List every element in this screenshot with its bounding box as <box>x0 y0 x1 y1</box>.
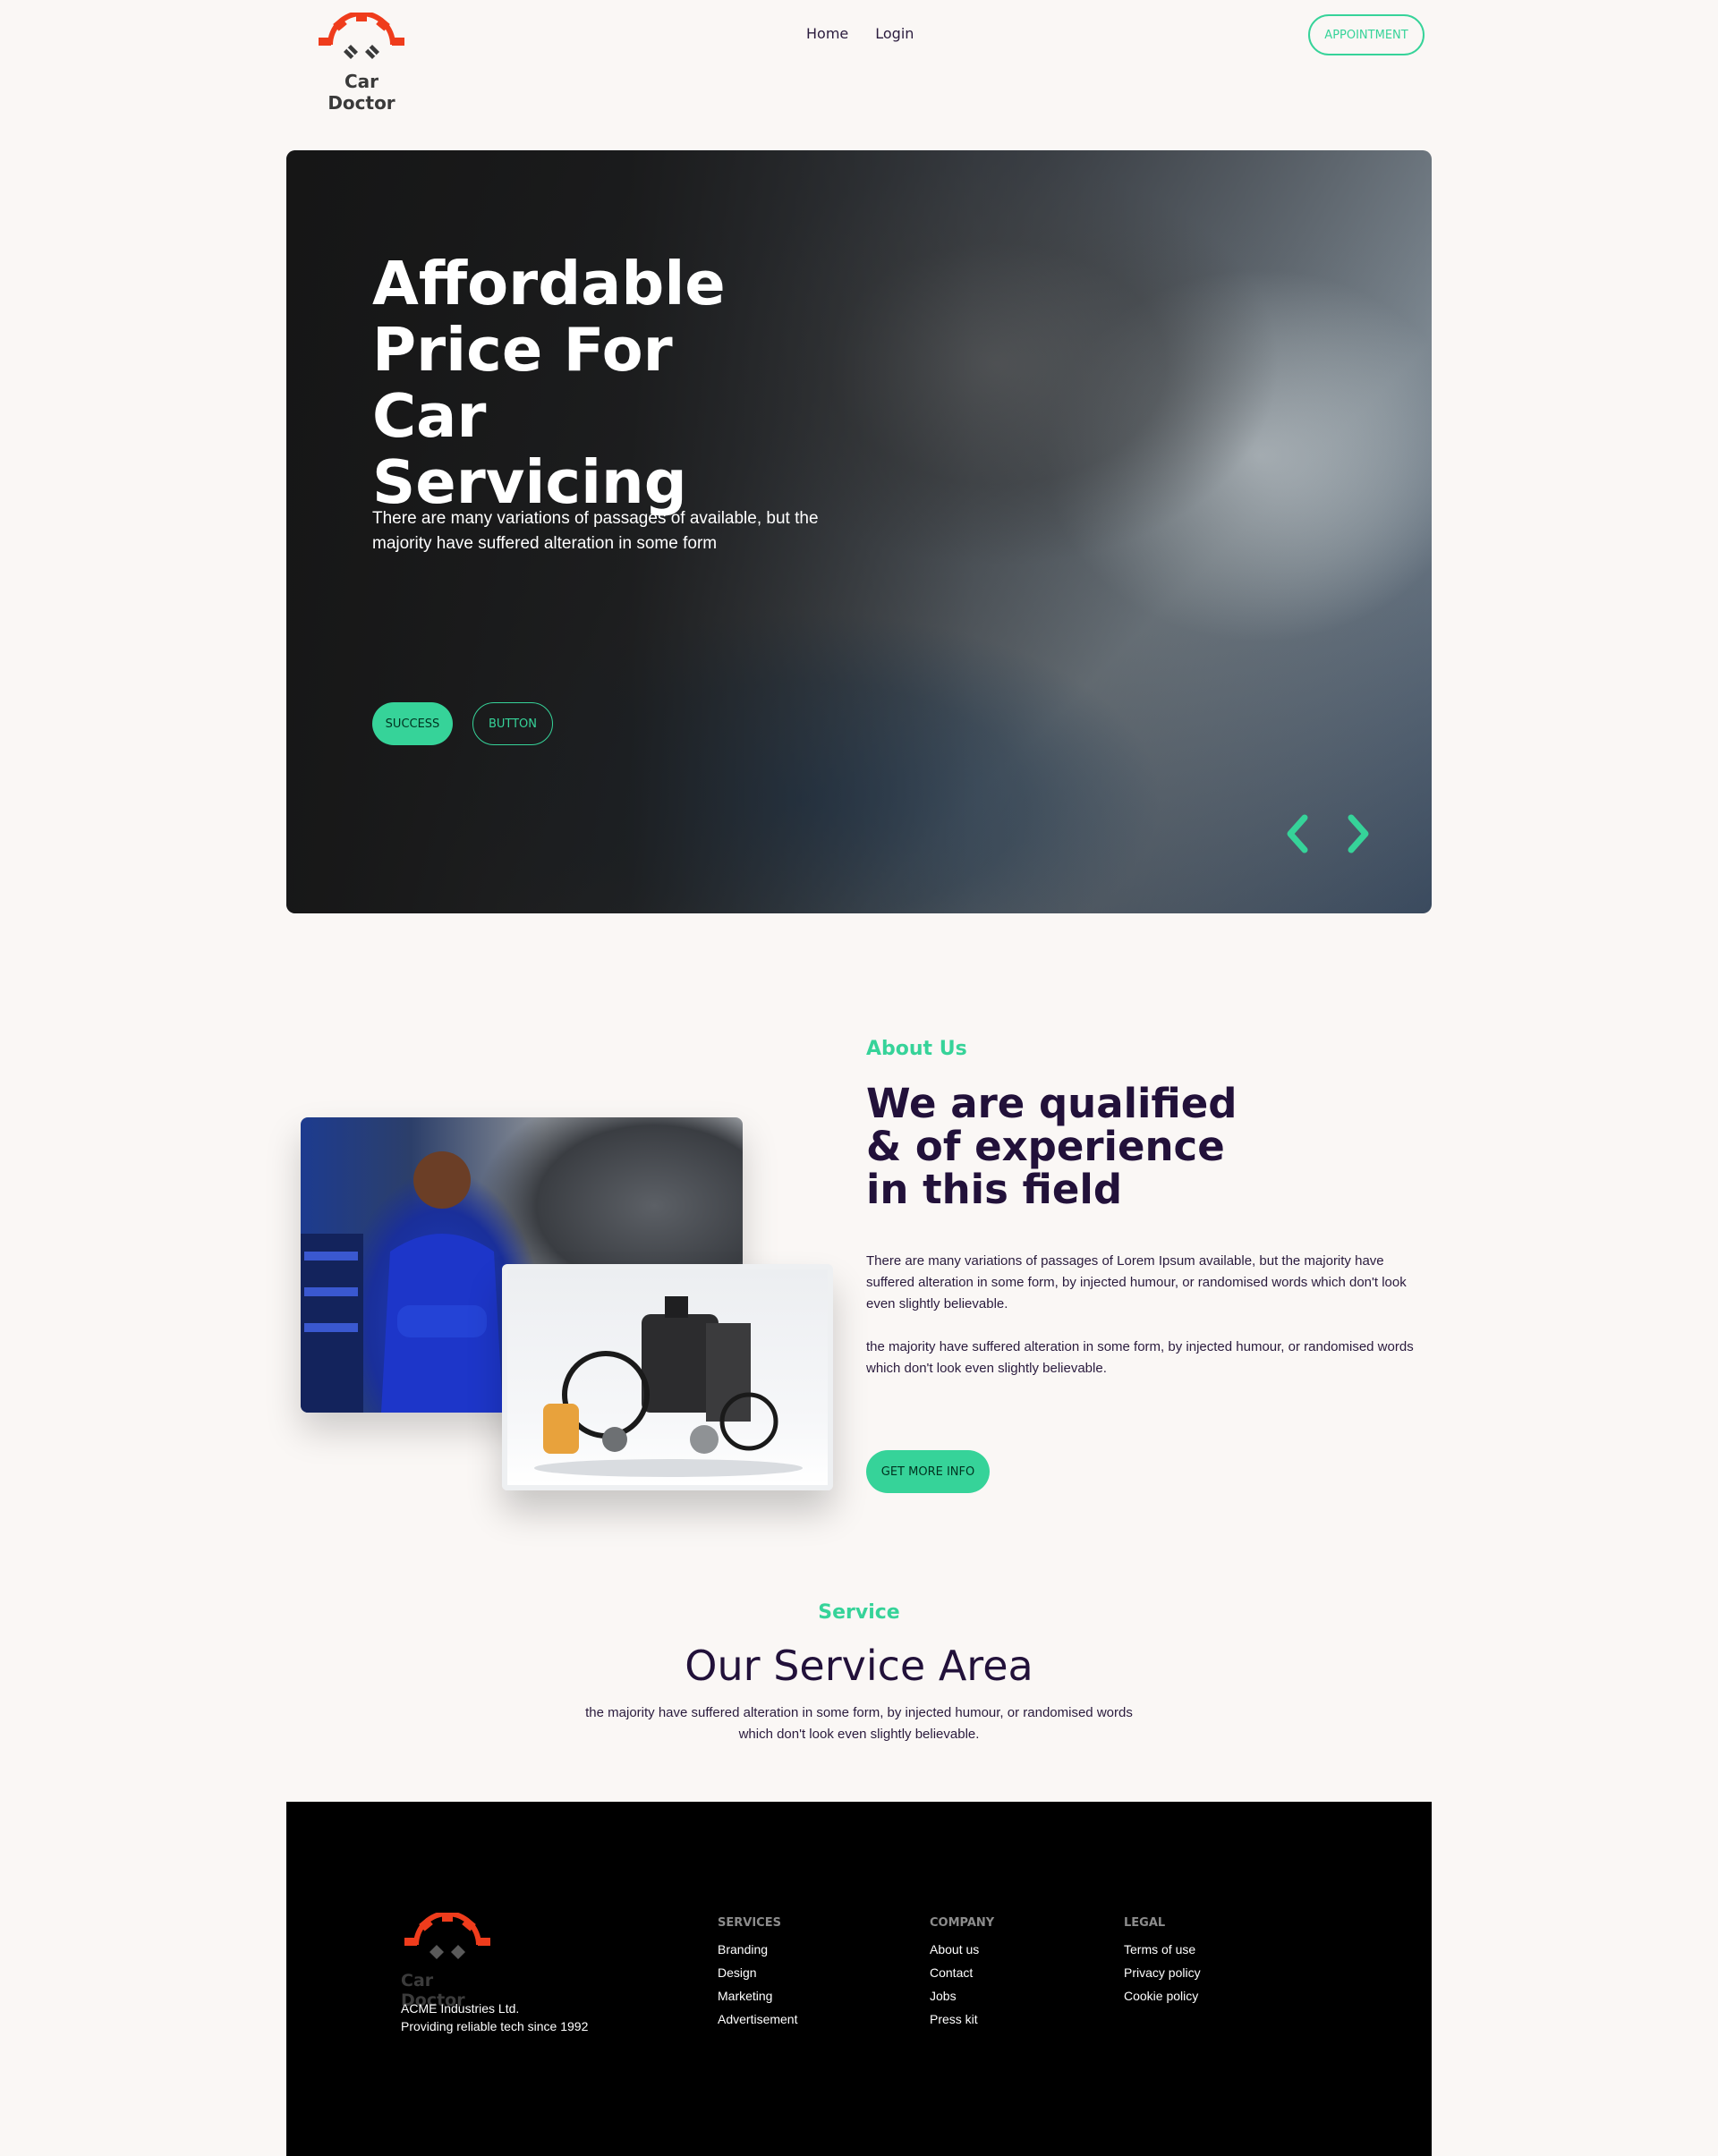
nav-login[interactable]: Login <box>875 25 914 42</box>
footer-link-press-kit[interactable]: Press kit <box>930 2012 994 2026</box>
service-text: the majority have suffered alteration in… <box>585 1705 1133 1742</box>
site-footer: Car Doctor ACME Industries Ltd. Providin… <box>286 1802 1432 2156</box>
footer-link-contact[interactable]: Contact <box>930 1965 994 1980</box>
footer-link-advertisement[interactable]: Advertisement <box>718 2012 797 2026</box>
get-more-info-button[interactable]: GET MORE INFO <box>866 1450 990 1493</box>
footer-link-privacy[interactable]: Privacy policy <box>1124 1965 1201 1980</box>
nav-home[interactable]: Home <box>806 25 848 42</box>
car-parts-photo <box>502 1264 833 1490</box>
footer-company-name: ACME Industries Ltd. <box>401 2001 520 2016</box>
car-parts-illustration <box>534 1296 803 1477</box>
about-title: We are qualified & of experience in this… <box>866 1080 1237 1213</box>
about-paragraph-1: There are many variations of passages of… <box>866 1253 1407 1311</box>
main-nav: Home Login <box>806 25 914 42</box>
service-section: Service Our Service Area the majority ha… <box>286 1601 1432 1762</box>
footer-services-column: SERVICES Branding Design Marketing Adver… <box>718 1916 797 2035</box>
about-paragraph-2: the majority have suffered alteration in… <box>866 1339 1414 1376</box>
service-title: Our Service Area <box>685 1642 1033 1690</box>
hero-outline-button[interactable]: BUTTON <box>472 702 553 745</box>
footer-company-column: COMPANY About us Contact Jobs Press kit <box>930 1916 994 2035</box>
footer-legal-column: LEGAL Terms of use Privacy policy Cookie… <box>1124 1916 1201 2012</box>
footer-company-info: ACME Industries Ltd. Providing reliable … <box>401 1999 588 2035</box>
about-label: About Us <box>866 1038 967 1060</box>
footer-services-title: SERVICES <box>718 1916 781 1930</box>
hero-text: There are many variations of passages of… <box>372 509 819 553</box>
gear-logo-icon <box>404 1911 490 1959</box>
slider-prev-button[interactable] <box>1280 812 1315 855</box>
appointment-button[interactable]: APPOINTMENT <box>1308 14 1425 55</box>
hero-success-button[interactable]: SUCCESS <box>372 702 453 745</box>
gear-logo-icon <box>319 11 404 59</box>
chevron-right-icon <box>1348 814 1369 853</box>
footer-legal-title: LEGAL <box>1124 1916 1166 1930</box>
footer-company-title: COMPANY <box>930 1916 995 1930</box>
footer-logo[interactable]: Car Doctor <box>401 1911 499 2010</box>
logo-text: Car Doctor <box>327 71 395 114</box>
chevron-left-icon <box>1287 814 1308 853</box>
footer-company-tagline: Providing reliable tech since 1992 <box>401 2019 589 2033</box>
footer-link-branding[interactable]: Branding <box>718 1942 797 1957</box>
hero-title: Affordable Price For Car Servicing <box>372 249 726 517</box>
logo[interactable]: Car Doctor <box>308 11 415 114</box>
footer-link-about[interactable]: About us <box>930 1942 994 1957</box>
service-label: Service <box>818 1601 900 1624</box>
footer-link-terms[interactable]: Terms of use <box>1124 1942 1201 1957</box>
slider-next-button[interactable] <box>1340 812 1376 855</box>
about-section: About Us We are qualified & of experienc… <box>286 1020 1432 1521</box>
footer-link-cookie[interactable]: Cookie policy <box>1124 1989 1201 2003</box>
hero-banner: Affordable Price For Car Servicing There… <box>286 150 1432 913</box>
footer-link-design[interactable]: Design <box>718 1965 797 1980</box>
site-header: Car Doctor Home Login APPOINTMENT <box>286 0 1432 114</box>
footer-link-marketing[interactable]: Marketing <box>718 1989 797 2003</box>
footer-link-jobs[interactable]: Jobs <box>930 1989 994 2003</box>
